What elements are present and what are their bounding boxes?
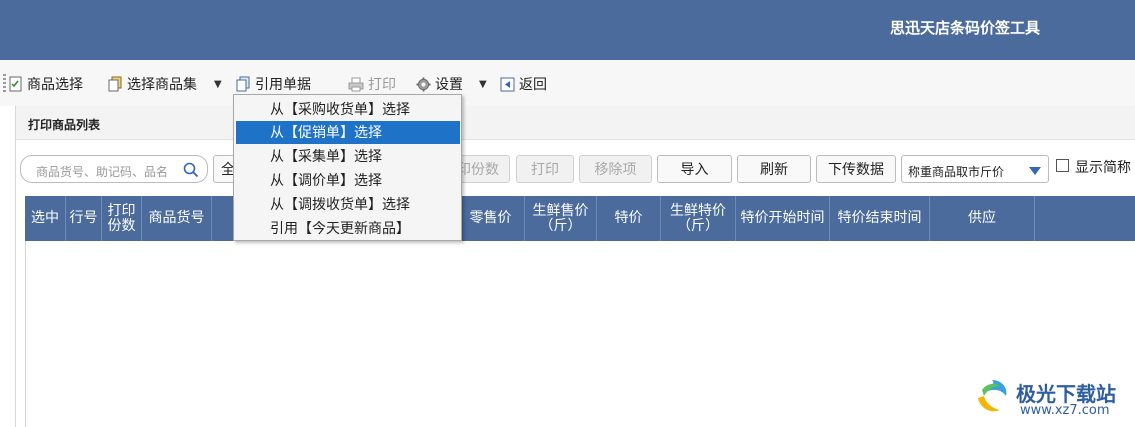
menu-item[interactable]: 从【采购收货单】选择 [236,97,460,120]
gear-icon [416,76,431,92]
watermark-url: www.xz7.com [1020,403,1110,418]
column-header[interactable]: 行号 [66,196,102,241]
print-toolbar-button[interactable]: 打印 [348,74,396,94]
search-input[interactable]: 商品货号、助记码、品名 [20,155,208,183]
product-select-button[interactable]: 商品选择 [9,74,83,94]
product-select-label: 商品选择 [27,77,83,93]
settings-button[interactable]: 设置 [416,74,463,94]
weight-price-value: 称重商品取市斤价 [908,165,1005,179]
app-title: 思迅天店条码价签工具 [889,19,1040,37]
settings-label: 设置 [435,77,463,93]
document-check-icon [9,76,22,92]
printer-icon [348,77,364,91]
column-header[interactable]: 生鲜售价 （斤） [525,196,597,241]
search-placeholder: 商品货号、助记码、品名 [36,165,169,179]
import-label: 导入 [680,162,709,178]
refresh-button[interactable]: 刷新 [737,155,811,183]
upload-data-label: 下传数据 [828,162,884,178]
import-button[interactable]: 导入 [657,155,732,183]
column-header[interactable]: 零售价 [457,196,525,241]
document-stack-icon [108,76,122,92]
remove-item-button[interactable]: 移除项 [579,155,652,183]
column-header[interactable]: 选中 [25,196,66,241]
settings-dropdown-icon[interactable]: ▼ [479,74,487,94]
menu-item[interactable]: 引用【今天更新商品】 [236,216,460,239]
menu-item[interactable]: 从【促销单】选择 [236,120,460,144]
watermark-logo-icon [978,380,1007,412]
table-header: 选中行号打印 份数商品货号单位规格产地零售价生鲜售价 （斤）特价生鲜特价 （斤）… [25,196,1135,241]
table-body [25,241,1135,427]
watermark: 极光下载站 www.xz7.com [972,374,1132,424]
app-window: 思迅天店条码价签工具 商品选择 选择商品集 ▼ 引用单据 ▼ 打印 设置 ▼ [0,0,1135,427]
menu-item[interactable]: 从【采集单】选择 [236,145,460,168]
upload-data-button[interactable]: 下传数据 [816,155,896,183]
column-header[interactable]: 特价开始时间 [736,196,830,241]
copy-documents-icon [236,76,250,92]
column-header[interactable]: 生鲜特价 （斤） [661,196,736,241]
print-toolbar-label: 打印 [368,77,396,93]
toolbar-grip [3,74,6,92]
menu-item[interactable]: 从【调拨收货单】选择 [236,192,460,215]
column-header[interactable]: 打印 份数 [102,196,142,241]
panel-header: 打印商品列表 [16,106,1135,140]
menu-item[interactable]: 从【调价单】选择 [236,168,460,191]
title-bar: 思迅天店条码价签工具 [0,0,1135,60]
print-count-label: 印份数 [457,162,499,178]
weight-price-select[interactable]: 称重商品取市斤价 [901,155,1049,183]
column-header[interactable]: 特价 [597,196,661,241]
refresh-label: 刷新 [760,162,788,178]
product-set-dropdown-icon[interactable]: ▼ [214,74,222,94]
column-header[interactable]: 供应 [930,196,1035,241]
reference-docs-menu: 从【采购收货单】选择 从【促销单】选择 从【采集单】选择 从【调价单】选择 从【调拨收货… [233,94,462,241]
reference-docs-label: 引用单据 [255,77,311,93]
search-icon[interactable] [183,162,199,178]
show-short-name-checkbox[interactable] [1056,159,1069,172]
select-product-set-label: 选择商品集 [127,77,197,93]
print-label: 打印 [531,162,559,178]
column-header[interactable]: 商品货号 [142,196,212,241]
back-button[interactable]: 返回 [500,74,547,94]
remove-item-label: 移除项 [594,162,637,178]
back-label: 返回 [519,77,547,93]
print-button[interactable]: 打印 [516,155,574,183]
chevron-down-icon [1029,167,1041,175]
select-product-set-button[interactable]: 选择商品集 [108,74,197,94]
column-header[interactable]: 特价结束时间 [830,196,930,241]
show-short-name-label: 显示简称 [1075,160,1131,176]
panel-title: 打印商品列表 [28,118,101,132]
return-icon [500,77,515,91]
toolbar: 商品选择 选择商品集 ▼ 引用单据 ▼ 打印 设置 ▼ 返回 [0,60,1135,154]
reference-docs-content[interactable]: 引用单据 [236,74,311,94]
